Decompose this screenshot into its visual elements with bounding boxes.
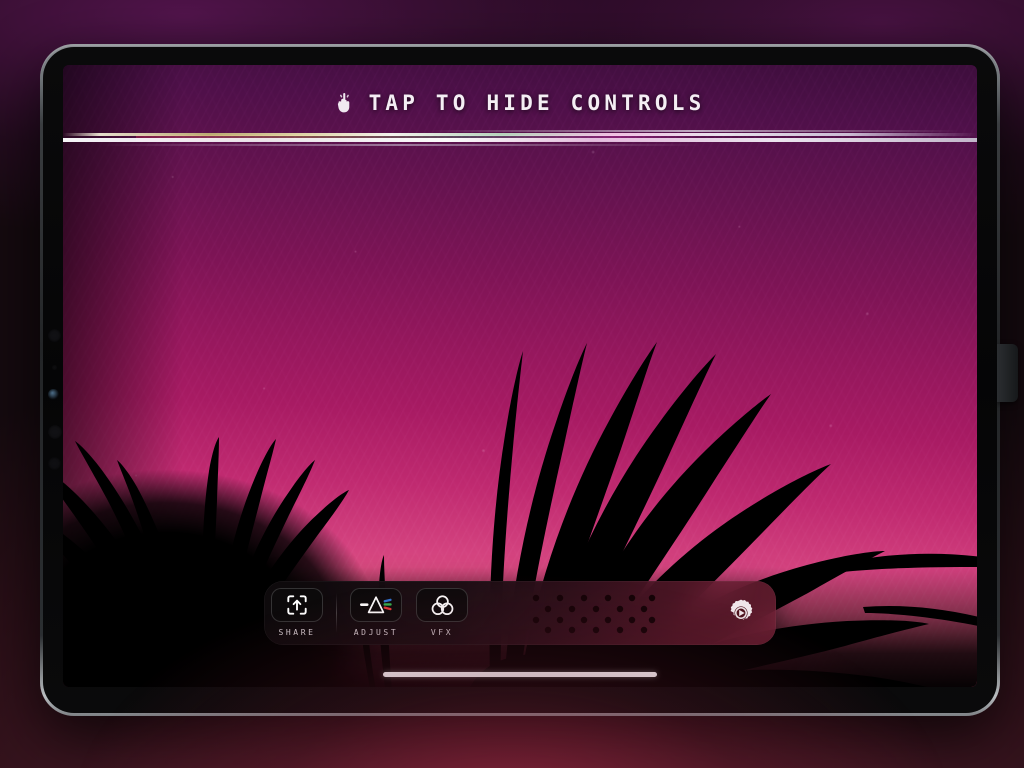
flash-sensor-icon xyxy=(48,457,61,470)
camera-lens-icon xyxy=(48,329,61,342)
adjust-label: ADJUST xyxy=(353,628,399,637)
vfx-label: VFX xyxy=(430,628,454,637)
share-label: SHARE xyxy=(278,628,316,637)
tap-hand-icon xyxy=(337,93,349,113)
gear-play-icon xyxy=(730,599,753,620)
settings-button[interactable] xyxy=(706,581,776,645)
hud-title: TAP TO HIDE CONTROLS xyxy=(368,91,706,115)
dot-grid-handle-icon[interactable] xyxy=(475,581,706,645)
adjust-chip xyxy=(350,588,402,622)
side-port-nub xyxy=(996,344,1018,402)
ambient-sensor-icon xyxy=(48,389,59,400)
vfx-chip xyxy=(416,588,468,622)
share-chip xyxy=(271,588,323,622)
three-circles-icon xyxy=(431,594,453,615)
dot-grid-pattern xyxy=(532,594,655,634)
share-arrow-icon xyxy=(287,595,307,615)
tablet-device: TAP TO HIDE CONTROLS SHARE ADJUST VFX xyxy=(40,44,1018,716)
scene-backdrop: TAP TO HIDE CONTROLS SHARE ADJUST VFX xyxy=(0,0,1024,768)
vfx-button[interactable]: VFX xyxy=(409,581,475,637)
adjust-button[interactable]: ADJUST xyxy=(343,581,409,637)
share-button[interactable]: SHARE xyxy=(264,581,330,637)
home-indicator-bar[interactable] xyxy=(383,672,657,677)
microphone-icon xyxy=(52,365,57,370)
tablet-bezel: TAP TO HIDE CONTROLS SHARE ADJUST VFX xyxy=(43,47,997,713)
tool-group-effects: ADJUST VFX xyxy=(343,581,475,645)
toolbar-divider xyxy=(336,593,337,633)
tool-group-share: SHARE xyxy=(264,581,330,645)
tablet-screen[interactable]: TAP TO HIDE CONTROLS SHARE ADJUST VFX xyxy=(63,65,977,687)
camera-lens-secondary-icon xyxy=(48,425,62,439)
hud-header[interactable]: TAP TO HIDE CONTROLS xyxy=(63,91,977,115)
editor-toolbar: SHARE ADJUST VFX xyxy=(264,581,776,645)
prism-spectrum-icon xyxy=(360,596,392,614)
